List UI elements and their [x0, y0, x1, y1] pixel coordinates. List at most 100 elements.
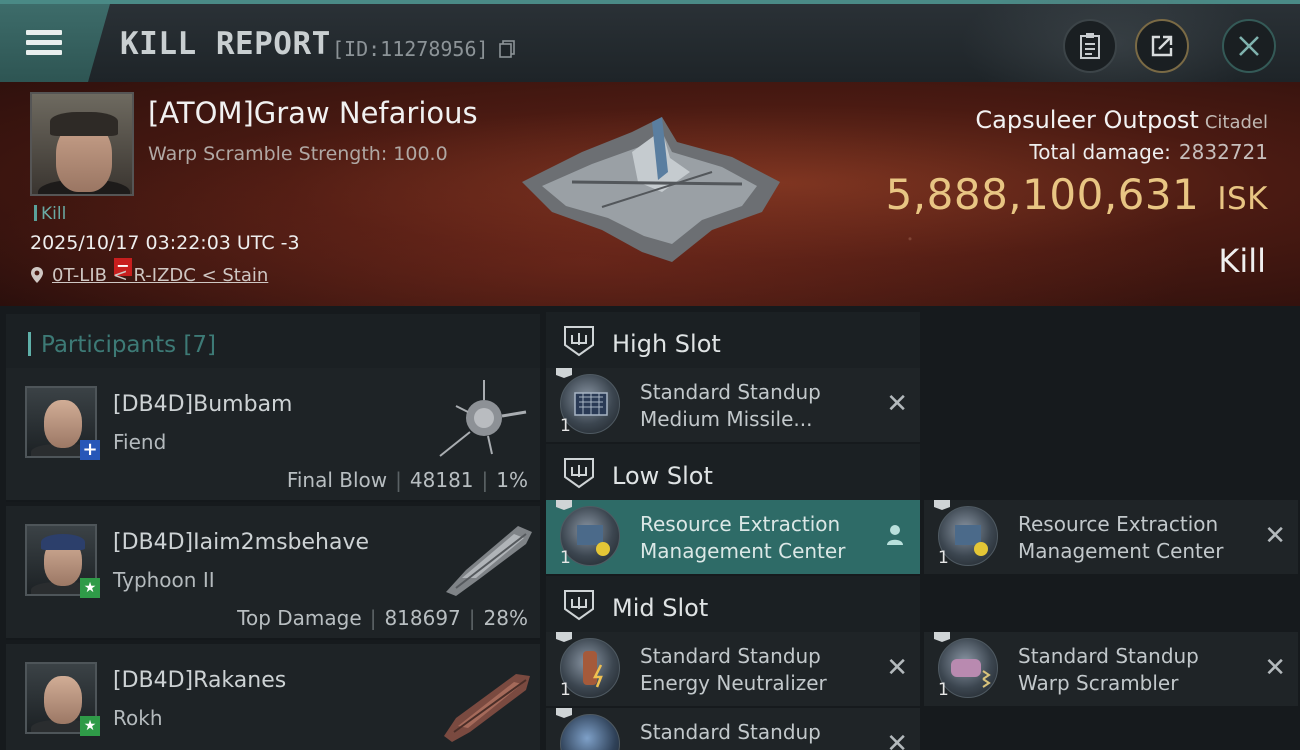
- module-item[interactable]: 1 Standard Standup Warp Scrambler ✕: [924, 632, 1298, 706]
- stat-damage: 48181: [409, 468, 474, 492]
- participants-title: Participants [7]: [28, 332, 216, 358]
- module-name-line1: Resource Extraction: [640, 512, 841, 536]
- high-slot-title: High Slot: [612, 330, 721, 358]
- module-item[interactable]: Standard Standup ✕: [546, 708, 920, 750]
- participant-row[interactable]: + [DB4D]Bumbam Fiend Final Blow | 48181 | 1%: [6, 368, 540, 502]
- menu-icon: [26, 30, 62, 56]
- clipboard-icon: [1080, 33, 1100, 59]
- participant-ship: Fiend: [113, 430, 167, 454]
- destroyed-x-icon: ✕: [1264, 653, 1286, 683]
- participant-ship: Typhoon II: [113, 568, 215, 592]
- participant-name[interactable]: [DB4D]Iaim2msbehave: [113, 530, 369, 555]
- module-name: Resource Extraction Management Center: [640, 511, 845, 565]
- result-label: Kill: [1218, 242, 1266, 280]
- participant-row[interactable]: ★ [DB4D]Rakanes Rokh: [6, 644, 540, 750]
- module-name-line2: Management Center: [1018, 539, 1224, 563]
- module-item[interactable]: 1 Standard Standup Energy Neutralizer ✕: [546, 632, 920, 706]
- copy-icon[interactable]: [499, 40, 515, 58]
- total-damage-label: Total damage:: [1029, 140, 1171, 164]
- module-name: Resource Extraction Management Center: [1018, 511, 1223, 565]
- participants-title-label: Participants: [41, 332, 177, 358]
- destroyed-x-icon: ✕: [886, 653, 908, 683]
- target-name: Capsuleer Outpost Citadel: [975, 106, 1268, 134]
- module-name-line1: Resource Extraction: [1018, 512, 1219, 536]
- destroyed-x-icon: ✕: [886, 729, 908, 750]
- participants-count: [7]: [183, 332, 217, 358]
- participant-row[interactable]: ★ [DB4D]Iaim2msbehave Typhoon II Top Dam…: [6, 506, 540, 640]
- module-name: Standard Standup Energy Neutralizer: [640, 643, 827, 697]
- low-slot-header: Low Slot: [546, 444, 920, 502]
- victim-portrait[interactable]: [30, 92, 134, 196]
- kill-banner: − [ATOM]Graw Nefarious Warp Scramble Str…: [0, 82, 1300, 306]
- module-name: Standard Standup Warp Scrambler: [1018, 643, 1199, 697]
- participants-panel: Participants [7] + [DB4D]Bumbam Fiend Fi…: [0, 306, 540, 750]
- star-badge-icon: ★: [80, 578, 100, 598]
- participants-header: Participants [7]: [6, 314, 540, 370]
- stat-percent: 28%: [483, 606, 528, 630]
- participant-ship: Rokh: [113, 706, 163, 730]
- module-name-line2: Warp Scrambler: [1018, 671, 1179, 695]
- module-item[interactable]: 1 Resource Extraction Management Center ✕: [924, 500, 1298, 574]
- isk-unit: ISK: [1217, 181, 1268, 217]
- victim-name[interactable]: [ATOM]Graw Nefarious: [148, 96, 478, 130]
- module-name-line1: Standard Standup: [1018, 644, 1199, 668]
- module-quantity: 1: [560, 680, 571, 700]
- stat-percent: 1%: [496, 468, 528, 492]
- module-item[interactable]: 1 Standard Standup Medium Missile... ✕: [546, 368, 920, 442]
- dropped-person-icon: [887, 525, 903, 545]
- fittings-panel: High Slot 1 Standard Standup Medium Missi…: [540, 306, 1300, 750]
- mid-slot-header: Mid Slot: [546, 576, 920, 634]
- kill-tag-label: Kill: [41, 204, 67, 224]
- destroyed-x-icon: ✕: [886, 389, 908, 419]
- total-damage-value: 2832721: [1178, 140, 1268, 164]
- clipboard-button[interactable]: [1063, 19, 1117, 73]
- isk-amount: 5,888,100,631: [885, 170, 1200, 219]
- mid-slot-title: Mid Slot: [612, 594, 709, 622]
- kill-location[interactable]: 0T-LIB < R-IZDC < Stain: [30, 265, 268, 286]
- module-quantity: 1: [560, 548, 571, 568]
- close-icon: [1239, 36, 1259, 56]
- page-title: KILL REPORT: [120, 26, 331, 62]
- warp-scramble-strength: Warp Scramble Strength: 100.0: [148, 143, 448, 165]
- isk-value: 5,888,100,631 ISK: [886, 170, 1268, 219]
- high-slot-icon: [564, 326, 594, 357]
- share-button[interactable]: [1135, 19, 1189, 73]
- menu-button[interactable]: [0, 4, 110, 82]
- target-class: Citadel: [1204, 112, 1268, 133]
- target-name-label: Capsuleer Outpost: [975, 106, 1199, 134]
- plus-badge-icon: +: [80, 440, 100, 460]
- header-bar: KILL REPORT [ID:11278956]: [0, 0, 1300, 114]
- stat-damage: 818697: [384, 606, 461, 630]
- module-icon: [556, 708, 620, 750]
- module-name-line1: Standard Standup: [640, 644, 821, 668]
- ship-fiend-icon: [439, 380, 527, 457]
- module-name-line1: Standard Standup: [640, 720, 821, 744]
- close-button[interactable]: [1222, 19, 1276, 73]
- module-quantity: 1: [560, 416, 571, 436]
- location-link[interactable]: 0T-LIB < R-IZDC < Stain: [52, 265, 268, 286]
- citadel-structure-image: [522, 117, 780, 262]
- module-name-line1: Standard Standup: [640, 380, 821, 404]
- participant-stats: Final Blow | 48181 | 1%: [286, 468, 528, 492]
- module-name-line2: Medium Missile...: [640, 407, 813, 431]
- mid-slot-icon: [564, 590, 594, 621]
- participant-stats: Top Damage | 818697 | 28%: [237, 606, 528, 630]
- module-name-line2: Energy Neutralizer: [640, 671, 827, 695]
- module-name-line2: Management Center: [640, 539, 846, 563]
- low-slot-title: Low Slot: [612, 462, 713, 490]
- participant-name[interactable]: [DB4D]Bumbam: [113, 392, 292, 417]
- module-name: Standard Standup: [640, 719, 821, 746]
- report-id: [ID:11278956]: [332, 37, 489, 61]
- ship-rokh-icon: [444, 674, 530, 742]
- module-item-selected[interactable]: 1 Resource Extraction Management Center: [546, 500, 920, 574]
- share-icon: [1151, 35, 1173, 57]
- ship-typhoon-icon: [446, 526, 532, 596]
- location-pin-icon: [31, 267, 43, 283]
- stat-label: Final Blow: [286, 468, 388, 492]
- kill-datetime: 2025/10/17 03:22:03 UTC -3: [30, 232, 300, 254]
- participant-name[interactable]: [DB4D]Rakanes: [113, 668, 286, 693]
- module-name: Standard Standup Medium Missile...: [640, 379, 821, 433]
- total-damage: Total damage: 2832721: [1029, 140, 1268, 164]
- low-slot-icon: [564, 458, 594, 489]
- module-quantity: 1: [938, 548, 949, 568]
